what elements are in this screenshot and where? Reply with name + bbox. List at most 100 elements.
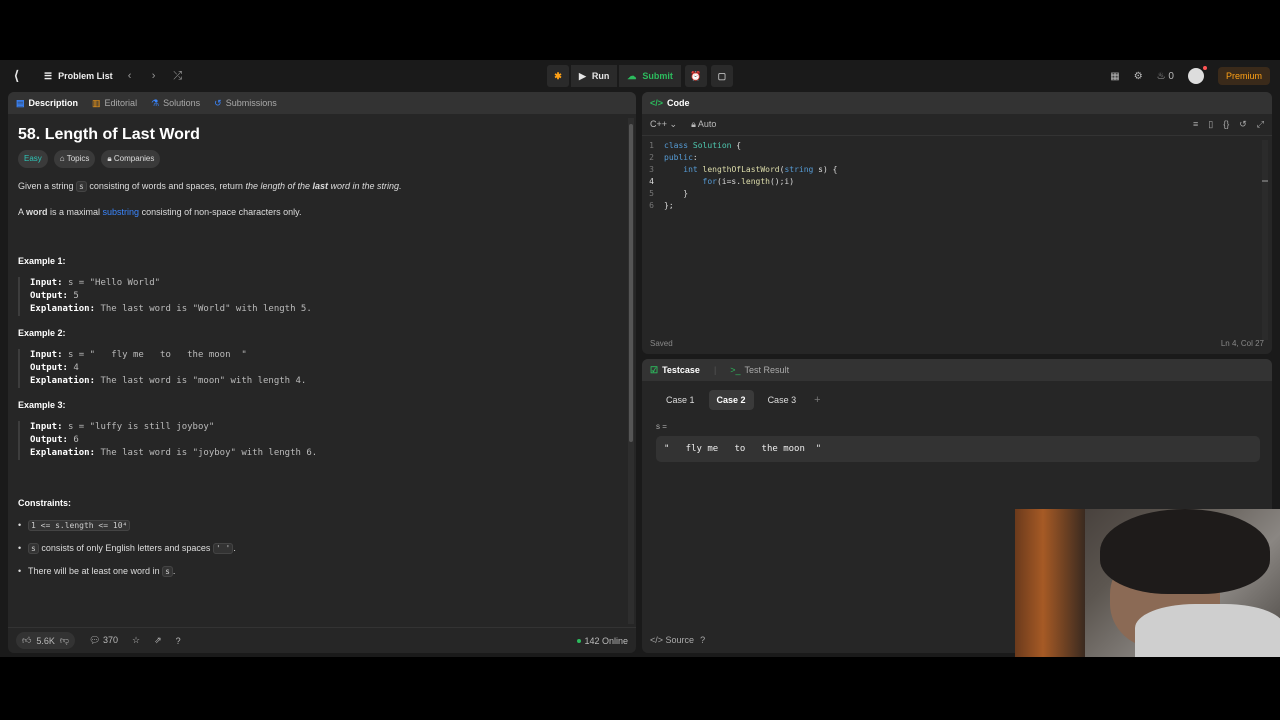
- testcase-tabs: ☑ Testcase | >_ Test Result: [642, 359, 1272, 381]
- editor-tools: ≡ ▯ {} ↺ ⤢: [1193, 119, 1264, 130]
- debug-icon[interactable]: ✱: [547, 65, 569, 87]
- tab-code[interactable]: </> Code: [650, 98, 690, 108]
- autocomplete-toggle[interactable]: 🔒︎ Auto: [691, 119, 716, 130]
- problem-list-button[interactable]: ☰ Problem List: [44, 71, 113, 82]
- code-line: 5 }: [642, 188, 1272, 200]
- constraint-code: ' ': [212, 543, 234, 554]
- example-output: 4: [73, 363, 79, 373]
- p2-d: consisting of non-space characters only.: [139, 207, 302, 217]
- tag-icon: ⌂: [59, 154, 65, 163]
- code-text: };: [664, 201, 674, 210]
- add-case-button[interactable]: +: [814, 394, 820, 406]
- terminal-icon: >_: [730, 365, 741, 375]
- premium-button[interactable]: Premium: [1217, 67, 1270, 85]
- page-title[interactable]: 58. Length of Last Word: [18, 127, 618, 143]
- fullscreen-icon[interactable]: ⤢: [1257, 119, 1264, 130]
- code-line: 3 int lengthOfLastWord(string s) {: [642, 164, 1272, 176]
- tab-test-result[interactable]: >_ Test Result: [730, 365, 789, 375]
- companies-tag[interactable]: 🔒︎ Companies: [101, 150, 161, 168]
- language-select[interactable]: C++ ⌄: [650, 119, 677, 130]
- reset-icon[interactable]: ↺: [1239, 119, 1247, 130]
- tab-submissions[interactable]: ↺ Submissions: [214, 98, 277, 109]
- source-label: Source: [665, 635, 695, 645]
- code-line-4-fn: length: [741, 177, 770, 186]
- testcase-input[interactable]: " fly me to the moon ": [656, 436, 1260, 462]
- tab-description[interactable]: ▤ Description: [16, 98, 78, 109]
- line-number: 2: [649, 153, 654, 162]
- example-block: Input: s = "Hello World" Output: 5 Expla…: [18, 277, 618, 316]
- input-label: Input:: [30, 350, 63, 360]
- source-button[interactable]: </> Source: [650, 635, 694, 645]
- prev-problem-icon[interactable]: ‹: [123, 70, 137, 82]
- thumbs-down-icon[interactable]: 👎︎: [60, 635, 69, 646]
- streak-count: 0: [1168, 70, 1174, 82]
- notes-icon[interactable]: ▢: [710, 65, 733, 87]
- description-scrollbar[interactable]: [628, 118, 634, 624]
- language-label: C++: [650, 119, 668, 129]
- avatar[interactable]: [1187, 66, 1207, 84]
- code-text: public:: [664, 153, 698, 162]
- thumbs-up-icon[interactable]: 👍︎: [22, 635, 31, 646]
- output-label: Output:: [30, 363, 68, 373]
- leetcode-logo-icon[interactable]: ⟨: [14, 69, 28, 83]
- scrollbar-thumb[interactable]: [629, 124, 633, 442]
- saved-status: Saved: [650, 339, 673, 348]
- format-icon[interactable]: ≡: [1193, 119, 1198, 130]
- help-icon[interactable]: ?: [700, 635, 705, 645]
- example-title: Example 3:: [18, 400, 66, 410]
- constraint-item: There will be at least one word in s.: [18, 565, 618, 578]
- braces-icon[interactable]: {}: [1223, 119, 1229, 130]
- history-icon: ↺: [214, 97, 222, 108]
- run-button[interactable]: ▶ Run: [571, 65, 618, 87]
- substring-link[interactable]: substring: [103, 207, 140, 217]
- code-editor[interactable]: 1 class Solution { 2 public: 3 int lengthO…: [642, 140, 1272, 212]
- code-line-1-type: Solution: [692, 141, 732, 150]
- code-text: class Solution {: [664, 141, 742, 150]
- comment-count: 370: [103, 635, 119, 645]
- top-nav: ⟨ ☰ Problem List ‹ › ⤮ ✱ ▶ Run ☁ Submit …: [0, 60, 1280, 92]
- constraint-item: s consists of only English letters and s…: [18, 542, 618, 555]
- lock-icon: 🔒︎: [691, 119, 696, 129]
- constraint-item: 1 <= s.length <= 10⁴: [18, 519, 618, 532]
- like-dislike-group: 👍︎ 5.6K 👎︎: [16, 632, 76, 649]
- comments-button[interactable]: 💬︎ 370: [89, 635, 118, 646]
- timer-icon[interactable]: ⏰: [684, 65, 707, 87]
- next-problem-icon[interactable]: ›: [147, 70, 161, 82]
- book-icon: ▥: [92, 97, 101, 108]
- code-line-3-param-type: string: [784, 165, 814, 174]
- document-icon: ▤: [16, 97, 25, 108]
- webcam-shirt: [1135, 604, 1280, 657]
- help-icon[interactable]: ?: [176, 636, 181, 646]
- bookmark-icon[interactable]: ▯: [1208, 119, 1213, 130]
- settings-gear-icon[interactable]: ⚙: [1134, 71, 1143, 82]
- description-panel: ▤ Description ▥ Editorial ⚗ Solutions ↺ Subm…: [8, 92, 636, 653]
- submit-button[interactable]: ☁ Submit: [619, 65, 681, 87]
- fire-icon: ♨: [1156, 70, 1166, 82]
- example-block: Input: s = " fly me to the moon " Output…: [18, 349, 618, 388]
- line-number: 3: [649, 165, 654, 174]
- flask-icon: ⚗: [151, 97, 160, 108]
- constraints-list: 1 <= s.length <= 10⁴ s consists of only …: [18, 519, 618, 578]
- webcam-background: [1015, 509, 1085, 657]
- tab-testcase[interactable]: ☑ Testcase: [650, 365, 700, 376]
- shuffle-icon[interactable]: ⤮: [171, 70, 185, 83]
- scrollbar-thumb[interactable]: [1262, 180, 1268, 182]
- editor-scrollbar[interactable]: [1262, 140, 1268, 340]
- nav-left: ⟨ ☰ Problem List ‹ › ⤮: [14, 60, 185, 92]
- example-title: Example 1:: [18, 256, 66, 266]
- streak-counter[interactable]: ♨ 0: [1157, 71, 1174, 82]
- case-1-tab[interactable]: Case 1: [658, 390, 703, 410]
- case-3-tab[interactable]: Case 3: [760, 390, 805, 410]
- layout-icon[interactable]: ▦: [1110, 71, 1119, 82]
- cloud-upload-icon: ☁: [627, 70, 637, 81]
- tab-solutions[interactable]: ⚗ Solutions: [151, 98, 200, 109]
- input-label: Input:: [30, 422, 63, 432]
- example-2: Example 2: Input: s = " fly me to the mo…: [18, 327, 618, 388]
- share-icon[interactable]: ⇗: [154, 635, 162, 646]
- tab-editorial[interactable]: ▥ Editorial: [92, 98, 137, 109]
- topics-tag[interactable]: ⌂ Topics: [53, 150, 96, 168]
- code-line-3-kw: int: [683, 165, 698, 174]
- star-icon[interactable]: ☆: [132, 635, 140, 646]
- tab-description-label: Description: [28, 98, 79, 108]
- case-2-tab[interactable]: Case 2: [708, 390, 754, 410]
